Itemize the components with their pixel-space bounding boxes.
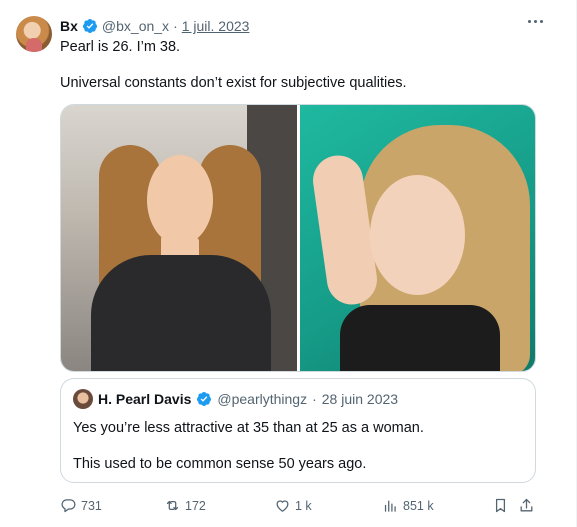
reply-count: 731 <box>81 498 102 513</box>
quoted-avatar <box>73 389 93 409</box>
tweet-date-link[interactable]: 1 juil. 2023 <box>182 18 250 34</box>
share-icon <box>520 498 533 512</box>
verified-badge-icon <box>197 392 212 406</box>
tweet-text-line-2: Universal constants don’t exist for subj… <box>60 75 407 91</box>
views-chart-icon <box>384 500 396 512</box>
photo-face <box>147 155 213 245</box>
views-count: 851 k <box>403 498 434 513</box>
tweet-text-line-1: Pearl is 26. I’m 38. <box>60 39 181 55</box>
author-name[interactable]: Bx <box>60 18 78 34</box>
like-count: 1 k <box>295 498 312 513</box>
quoted-header: H. Pearl Davis @pearlythingz · 28 juin 2… <box>73 389 398 409</box>
quoted-text-line-1: Yes you’re less attractive at 35 than at… <box>73 420 424 436</box>
author-avatar[interactable] <box>16 16 52 52</box>
header-separator: · <box>173 18 178 34</box>
photo-left[interactable] <box>61 105 297 371</box>
quoted-tweet[interactable]: H. Pearl Davis @pearlythingz · 28 juin 2… <box>60 378 536 483</box>
action-bar: 731 172 1 k 851 k <box>60 497 536 517</box>
author-handle[interactable]: @bx_on_x <box>102 18 169 34</box>
reply-button[interactable]: 731 <box>60 497 102 514</box>
repost-button[interactable]: 172 <box>164 497 206 514</box>
photo-right[interactable] <box>300 105 535 371</box>
like-button[interactable]: 1 k <box>274 497 312 514</box>
share-button[interactable] <box>518 497 535 514</box>
quoted-separator: · <box>312 391 317 407</box>
photo-shirt <box>91 255 271 371</box>
bookmark-icon <box>495 498 506 513</box>
photo-top <box>340 305 500 371</box>
tweet-media <box>60 104 536 372</box>
repost-icon <box>166 500 179 511</box>
bookmark-button[interactable] <box>492 497 509 514</box>
tweet-card[interactable]: Bx @bx_on_x · 1 juil. 2023 Pearl is 26. … <box>0 0 577 527</box>
quoted-handle: @pearlythingz <box>217 391 308 407</box>
repost-count: 172 <box>185 498 206 513</box>
quoted-author-name: H. Pearl Davis <box>98 391 192 407</box>
more-icon[interactable] <box>528 20 546 26</box>
tweet-header: Bx @bx_on_x · 1 juil. 2023 <box>60 17 249 35</box>
verified-badge-icon <box>82 19 97 33</box>
quoted-date: 28 juin 2023 <box>321 391 399 407</box>
quoted-text-line-2: This used to be common sense 50 years ag… <box>73 456 367 472</box>
reply-icon <box>61 499 76 513</box>
views-button[interactable]: 851 k <box>382 497 434 514</box>
heart-icon <box>276 500 289 512</box>
photo-face <box>370 175 465 295</box>
